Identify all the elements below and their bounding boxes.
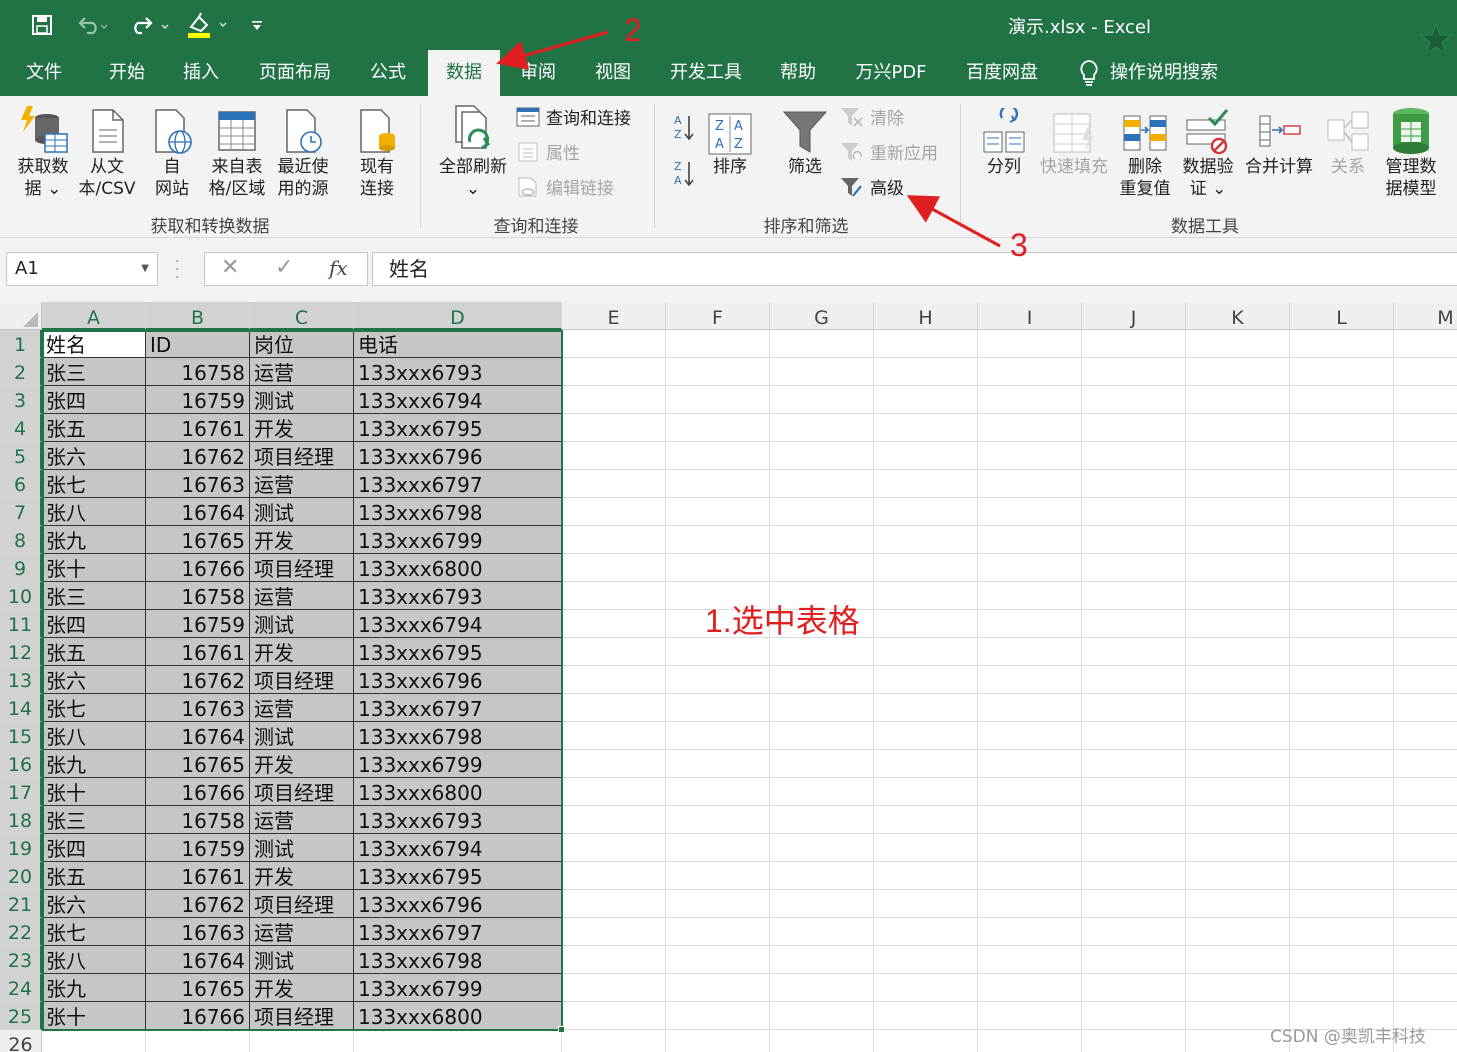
arrow-to-advanced xyxy=(906,195,1001,248)
watermark: CSDN @奥凯丰科技 xyxy=(1270,1027,1426,1047)
annotation-arrows xyxy=(496,30,1001,248)
arrow-to-data-tab xyxy=(496,30,609,70)
